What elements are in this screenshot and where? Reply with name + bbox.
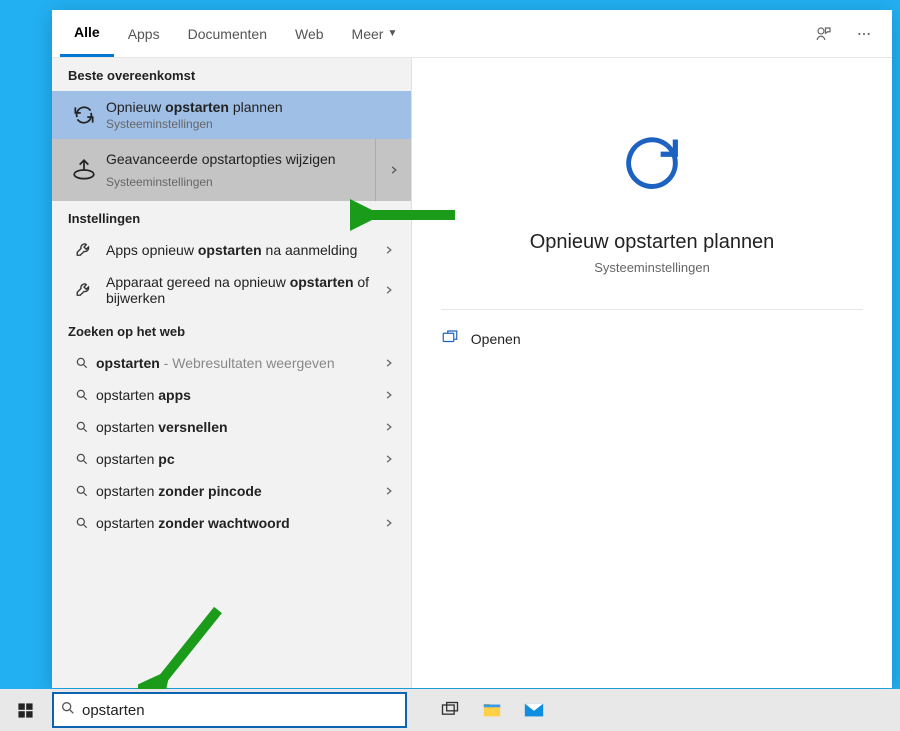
preview-pane: Opnieuw opstarten plannen Systeeminstell… (412, 58, 892, 688)
tab-all[interactable]: Alle (60, 10, 114, 57)
tab-documents[interactable]: Documenten (174, 10, 281, 57)
search-icon (68, 420, 96, 434)
result-title: Opnieuw opstarten plannen (106, 99, 395, 115)
result-device-restart[interactable]: Apparaat gereed na opnieuw opstarten of … (52, 266, 411, 314)
preview-title: Opnieuw opstarten plannen (530, 231, 775, 254)
search-icon (68, 484, 96, 498)
search-icon (60, 700, 76, 721)
wrench-icon (68, 281, 100, 299)
taskbar (0, 689, 900, 731)
feedback-icon[interactable] (804, 10, 844, 57)
search-icon (68, 356, 96, 370)
web-result[interactable]: opstarten - Webresultaten weergeven (52, 347, 411, 379)
chevron-right-icon (377, 486, 401, 496)
result-expand-button[interactable] (375, 139, 411, 201)
open-label: Openen (471, 331, 521, 347)
web-result[interactable]: opstarten zonder pincode (52, 475, 411, 507)
web-result-title: opstarten versnellen (96, 419, 377, 435)
results-column: Beste overeenkomst Opnieuw opstarten pla… (52, 58, 412, 688)
open-icon (441, 328, 459, 349)
tab-more-label: Meer (352, 26, 384, 42)
open-action[interactable]: Openen (441, 324, 863, 353)
chevron-right-icon (377, 422, 401, 432)
preview-subtitle: Systeeminstellingen (594, 260, 710, 275)
mail-icon[interactable] (513, 689, 555, 731)
web-result-title: opstarten apps (96, 387, 377, 403)
section-best-match: Beste overeenkomst (52, 58, 411, 91)
search-icon (68, 516, 96, 530)
web-result-title: opstarten pc (96, 451, 377, 467)
search-filter-tabs: Alle Apps Documenten Web Meer ▼ (52, 10, 892, 58)
taskbar-search-box[interactable] (52, 692, 407, 728)
result-subtitle: Systeeminstellingen (106, 117, 395, 131)
start-button[interactable] (0, 689, 50, 731)
result-apps-restart[interactable]: Apps opnieuw opstarten na aanmelding (52, 234, 411, 266)
tab-apps[interactable]: Apps (114, 10, 174, 57)
result-title: Geavanceerde opstartopties wijzigen (106, 151, 365, 167)
search-input[interactable] (82, 702, 399, 719)
task-view-icon[interactable] (429, 689, 471, 731)
chevron-right-icon (377, 358, 401, 368)
result-title: Apps opnieuw opstarten na aanmelding (106, 242, 371, 258)
web-result[interactable]: opstarten zonder wachtwoord (52, 507, 411, 539)
search-icon (68, 388, 96, 402)
web-result[interactable]: opstarten versnellen (52, 411, 411, 443)
result-title: Apparaat gereed na opnieuw opstarten of … (106, 274, 371, 306)
result-advanced-startup[interactable]: Geavanceerde opstartopties wijzigen Syst… (52, 139, 411, 201)
windows-search-panel: Alle Apps Documenten Web Meer ▼ Beste ov… (52, 10, 892, 688)
restart-icon (617, 128, 687, 203)
tab-more[interactable]: Meer ▼ (338, 10, 412, 57)
web-result-title: opstarten - Webresultaten weergeven (96, 355, 377, 371)
divider (441, 309, 863, 310)
file-explorer-icon[interactable] (471, 689, 513, 731)
result-restart-schedule[interactable]: Opnieuw opstarten plannen Systeeminstell… (52, 91, 411, 139)
search-icon (68, 452, 96, 466)
restart-icon (68, 102, 100, 128)
chevron-right-icon (377, 285, 401, 295)
web-result-title: opstarten zonder wachtwoord (96, 515, 377, 531)
web-result[interactable]: opstarten apps (52, 379, 411, 411)
chevron-right-icon (377, 454, 401, 464)
chevron-right-icon (377, 245, 401, 255)
wrench-icon (68, 241, 100, 259)
result-subtitle: Systeeminstellingen (106, 175, 365, 189)
web-result[interactable]: opstarten pc (52, 443, 411, 475)
tab-web[interactable]: Web (281, 10, 338, 57)
section-web: Zoeken op het web (52, 314, 411, 347)
chevron-right-icon (377, 390, 401, 400)
web-result-title: opstarten zonder pincode (96, 483, 377, 499)
chevron-down-icon: ▼ (387, 28, 397, 39)
more-options-icon[interactable] (844, 10, 884, 57)
chevron-right-icon (377, 518, 401, 528)
boot-icon (68, 157, 100, 183)
section-settings: Instellingen (52, 201, 411, 234)
